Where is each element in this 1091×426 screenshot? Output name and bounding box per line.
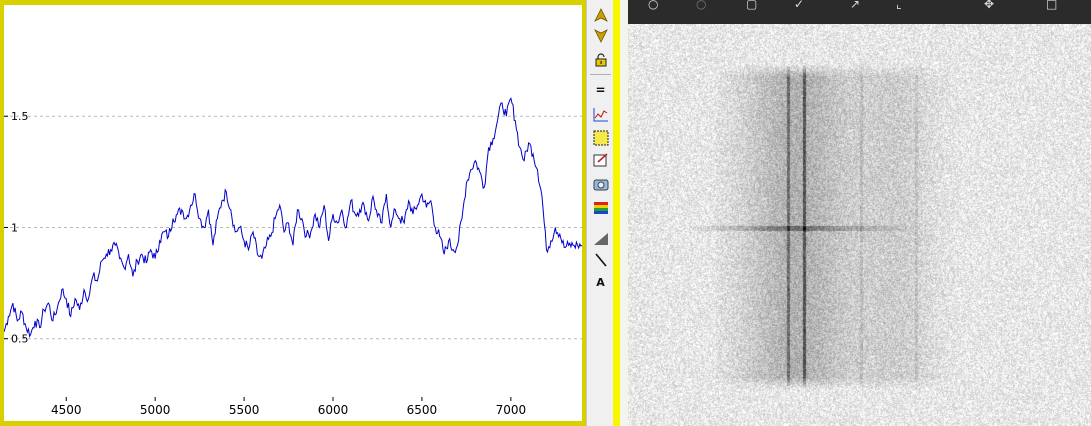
check-icon[interactable]: ✓ <box>794 0 804 10</box>
equals-icon[interactable]: = <box>591 80 610 99</box>
line-chart-icon[interactable] <box>591 104 610 123</box>
trash-icon[interactable]: ▢ <box>746 0 757 10</box>
up-arrow-icon[interactable] <box>591 5 610 24</box>
image-toolbar: ○ ○ ▢ ✓ ↗ ⌞ ✥ □ <box>628 0 1091 24</box>
x-tick-label: 6000 <box>318 403 349 417</box>
x-tick-label: 5500 <box>229 403 260 417</box>
zoom-in-icon[interactable]: ○ <box>648 0 658 10</box>
down-arrow-icon[interactable] <box>591 26 610 45</box>
expand-icon[interactable]: ↗ <box>850 0 860 10</box>
lock-icon[interactable] <box>591 50 610 69</box>
text-tool-icon[interactable]: A <box>591 273 610 292</box>
splitter-bar[interactable] <box>613 0 620 426</box>
pointer-icon[interactable] <box>591 150 610 169</box>
y-tick-label: 1 <box>11 221 18 234</box>
y-tick-label: 0.5 <box>11 333 29 346</box>
gradient-icon[interactable] <box>591 228 610 247</box>
toolbar-separator <box>590 74 611 75</box>
plot-toolbar: = A <box>586 0 614 426</box>
spectrum-series-line <box>4 97 582 339</box>
selection-icon[interactable] <box>591 128 610 147</box>
spectrum-image-panel: ○ ○ ▢ ✓ ↗ ⌞ ✥ □ <box>628 0 1091 426</box>
zoom-out-icon[interactable]: ○ <box>696 0 706 10</box>
camera-icon[interactable] <box>591 174 610 193</box>
x-tick-label: 6500 <box>407 403 438 417</box>
x-tick-label: 5000 <box>140 403 171 417</box>
x-tick-label: 4500 <box>51 403 82 417</box>
splitter-gap <box>620 0 628 426</box>
line-tool-icon[interactable] <box>591 250 610 269</box>
export-icon[interactable]: □ <box>1046 0 1057 10</box>
crop-icon[interactable]: ⌞ <box>896 0 902 10</box>
spectrum-image[interactable] <box>628 24 1091 426</box>
tools-icon[interactable]: ✥ <box>984 0 994 10</box>
spectrum-chart: 0.5 1 1.5 4500 5000 5500 6000 6500 7000 <box>4 97 582 417</box>
rainbow-icon[interactable] <box>591 198 610 217</box>
y-tick-label: 1.5 <box>11 110 29 123</box>
plot-area[interactable]: 0.5 1 1.5 4500 5000 5500 6000 6500 7000 <box>4 5 582 421</box>
spectrum-plot-panel: 0.5 1 1.5 4500 5000 5500 6000 6500 7000 <box>0 0 586 426</box>
x-tick-label: 7000 <box>496 403 527 417</box>
